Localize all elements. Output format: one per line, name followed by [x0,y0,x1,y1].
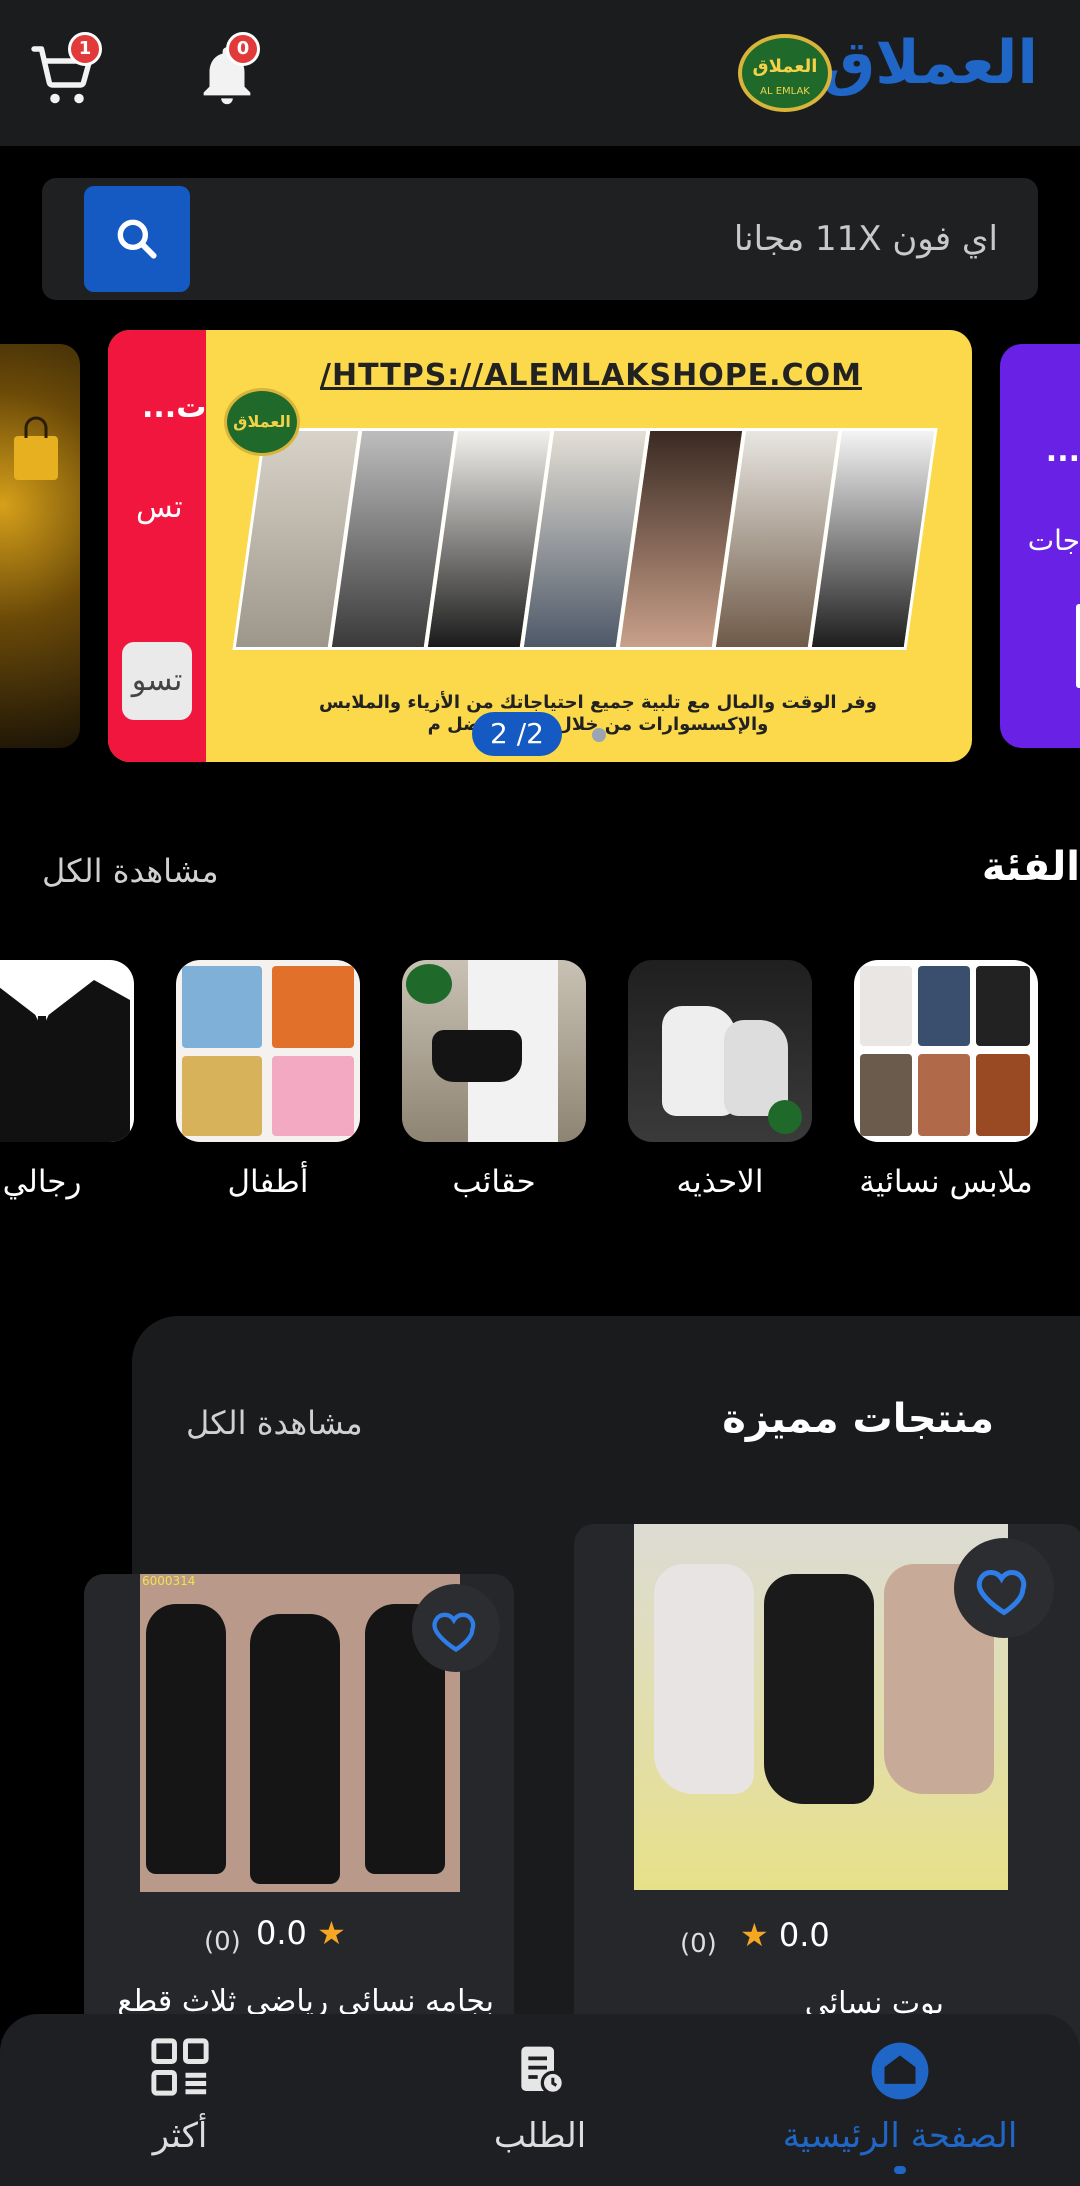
featured-title: منتجات مميزة [722,1396,994,1442]
cart-badge: 1 [68,32,102,66]
shopping-bag-icon [14,416,58,480]
category-image [854,960,1038,1142]
notification-badge: 0 [226,32,260,66]
category-image [402,960,586,1142]
brand-logo-text: العملاق [752,56,818,77]
next-banner-text: جات [1027,524,1080,557]
product-image [634,1524,1008,1890]
search-button[interactable] [84,186,190,292]
nav-orders[interactable]: الطلب [440,2014,640,2186]
home-icon [871,2042,929,2100]
banner-side-title: ت... [142,390,207,425]
categories-view-all[interactable]: مشاهدة الكل [42,852,219,890]
promo-banner[interactable]: ت... تس تسو /HTTPS://ALEMLAKSHOPE.COM ال… [108,330,972,762]
next-banner-bar [1076,604,1080,688]
category-label: الاحذيه [676,1164,764,1200]
category-item[interactable]: الاحذيه [628,960,812,1200]
brand-logo-sub: AL EMLAK [760,86,810,97]
banner-side-text: تس [136,490,183,525]
nav-home[interactable]: الصفحة الرئيسية [760,2014,1040,2186]
favorite-button[interactable] [412,1584,500,1672]
notifications-button[interactable]: 0 [190,32,270,118]
product-code: 6000314 [142,1574,196,1588]
category-image [176,960,360,1142]
product-rating: 0.0 ★ [256,1914,346,1952]
product-rating: ★ 0.0 [740,1916,830,1954]
search-icon [117,219,157,259]
banner-slide-previous[interactable] [0,344,80,748]
rating-count: (0) [680,1922,717,1960]
nav-more-label: أكثر [152,2116,208,2156]
category-label: رجالي [2,1164,82,1200]
search-input[interactable] [218,178,998,300]
suit-icon [0,980,130,1142]
featured-view-all[interactable]: مشاهدة الكل [186,1404,363,1442]
category-item[interactable]: حقائب [402,960,586,1200]
brand-name: العملاق [821,28,1038,98]
bottom-navigation: الصفحة الرئيسية الطلب أكثر [0,2014,1080,2186]
category-image [0,960,134,1142]
category-label: أطفال [227,1164,309,1200]
banner-photo-strip [232,428,938,650]
rating-value: 0.0 [256,1914,307,1952]
rating-count-value: (0) [680,1929,717,1959]
categories-title: الفئة [981,844,1080,890]
banner-side-panel: ت... تس تسو [108,330,206,762]
brand-logo: العملاق AL EMLAK [738,34,832,112]
category-label: حقائب [452,1164,536,1200]
active-indicator [894,2166,906,2174]
cart-button[interactable]: 1 [28,32,108,118]
search-bar [42,178,1038,300]
star-icon: ★ [740,1916,769,1954]
app-header: العملاق العملاق AL EMLAK 0 1 [0,0,1080,146]
heart-icon [432,1612,476,1653]
category-item[interactable]: أطفال [176,960,360,1200]
nav-more[interactable]: أكثر [80,2014,280,2186]
category-item[interactable]: رجالي [0,960,134,1200]
rating-count-value: (0) [204,1927,241,1957]
favorite-button[interactable] [954,1538,1054,1638]
banner-page-counter: 2 /2 [472,712,562,756]
category-item[interactable]: ملابس نسائية [854,960,1038,1200]
banner-slide-next[interactable]: ... جات [1000,344,1080,748]
category-image [628,960,812,1142]
banner-side-button[interactable]: تسو [122,642,192,720]
grid-icon [151,2038,209,2096]
nav-orders-label: الطلب [493,2116,587,2156]
orders-icon [521,2046,565,2095]
banner-indicator-dot[interactable] [592,728,606,742]
rating-count: (0) [204,1920,241,1958]
star-icon: ★ [317,1914,346,1952]
nav-home-label: الصفحة الرئيسية [782,2116,1018,2156]
rating-value: 0.0 [778,1916,830,1954]
banner-logo: العملاق [224,388,300,456]
next-banner-title: ... [1045,434,1080,469]
banner-url: /HTTPS://ALEMLAKSHOPE.COM [320,358,862,393]
heart-icon [976,1569,1027,1616]
category-label: ملابس نسائية [859,1164,1033,1200]
